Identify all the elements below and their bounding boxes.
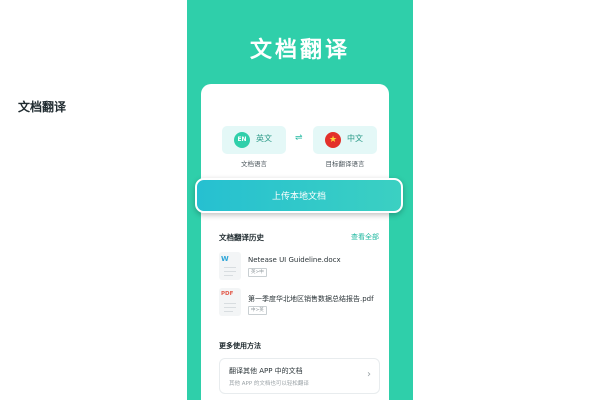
history-file-tag: 英>中 [248,268,267,277]
history-file-name[interactable]: 第一季度华北地区销售数据总结报告.pdf [248,294,374,304]
source-language-selector[interactable]: EN 英文 [222,126,286,154]
china-flag-icon: ★ [325,132,341,148]
chevron-right-icon: › [367,369,371,380]
upload-local-document-button[interactable]: 上传本地文档 [195,178,403,213]
en-flag-icon: EN [234,132,250,148]
method-subtitle: 其他 APP 的文档也可以轻松翻译 [229,381,309,387]
card-title: 文档翻译 [18,100,67,114]
source-language-caption: 文档语言 [241,160,267,168]
history-file-name[interactable]: Netease UI Guideline.docx [248,256,341,264]
pdf-file-icon: PDF [219,288,241,316]
word-file-icon: W [219,252,241,280]
hero-title: 文档翻译 [249,38,350,63]
swap-icon[interactable]: ⇌ [295,133,303,143]
method-title: 翻译其他 APP 中的文档 [229,367,303,375]
history-file-tag: 中>英 [248,306,267,315]
view-all-link[interactable]: 查看全部 [351,232,379,242]
target-language-caption: 目标翻译语言 [325,160,365,168]
target-language-label: 中文 [347,134,363,143]
more-usage-title: 更多使用方法 [219,342,261,350]
target-language-selector[interactable]: ★ 中文 [313,126,377,154]
history-title: 文档翻译历史 [219,233,264,242]
source-language-label: 英文 [256,134,272,143]
translate-other-app-card[interactable]: 翻译其他 APP 中的文档 其他 APP 的文档也可以轻松翻译 › [219,358,380,394]
